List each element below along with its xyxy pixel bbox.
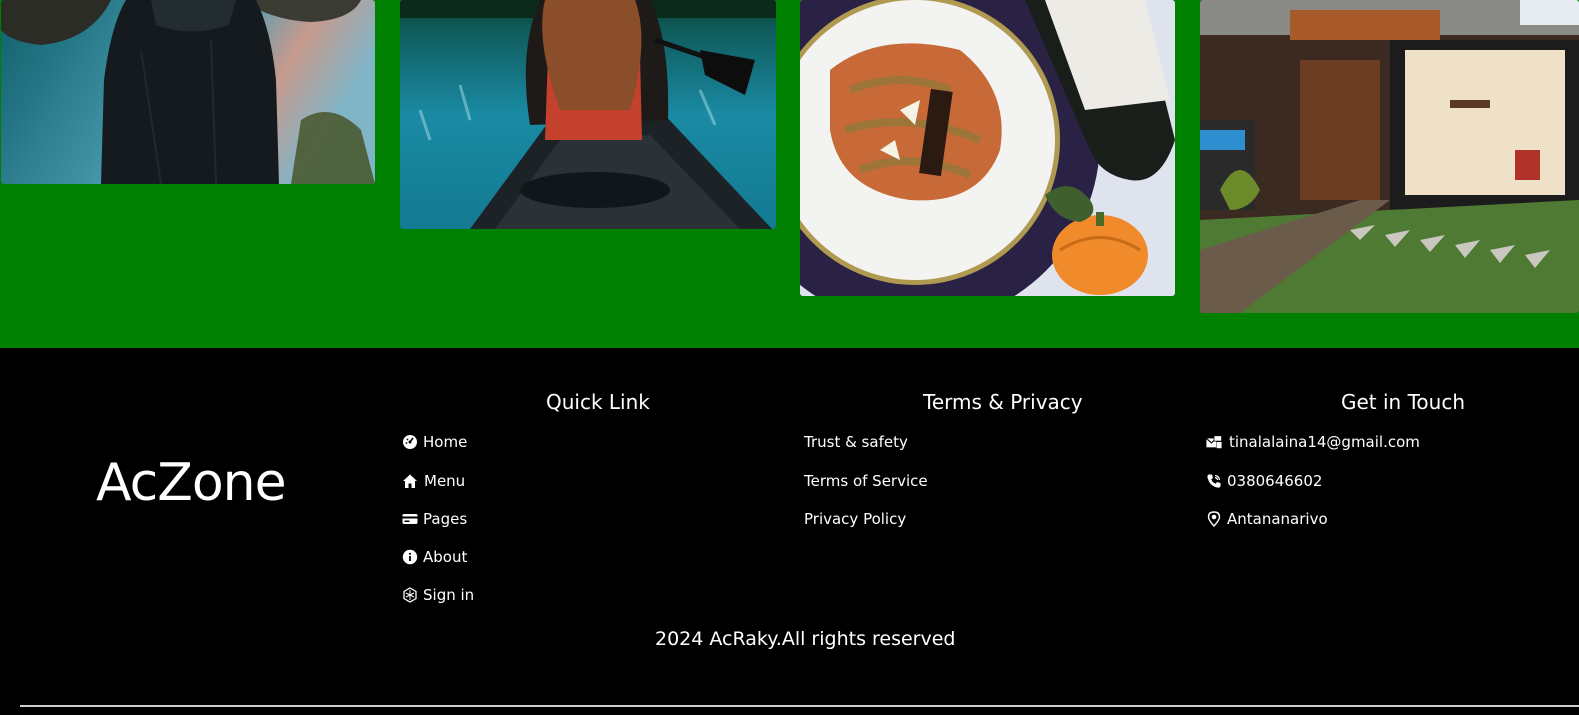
footer-link-label: Menu	[424, 472, 466, 490]
info-icon	[402, 549, 418, 565]
location-icon	[1206, 511, 1222, 527]
horizontal-scrollbar[interactable]	[20, 705, 1579, 707]
contact-phone[interactable]: 0380646602	[1206, 471, 1322, 491]
footer-link-pages[interactable]: Pages	[402, 509, 467, 529]
footer-link-privacy-policy[interactable]: Privacy Policy	[804, 509, 906, 529]
footer-link-home[interactable]: Home	[402, 432, 467, 452]
page-bottom-edge	[0, 705, 1579, 715]
photo-woman-in-canoe[interactable]	[400, 0, 776, 229]
house-icon	[402, 473, 419, 489]
photo-man-by-lake[interactable]	[1, 0, 375, 184]
photo-gallery	[0, 0, 1579, 348]
footer-link-label: Pages	[423, 510, 468, 528]
footer-link-trust-safety[interactable]: Trust & safety	[804, 432, 908, 452]
footer-link-label: Sign in	[423, 586, 475, 604]
get-in-touch-heading: Get in Touch	[1341, 390, 1465, 414]
phone-icon	[1206, 473, 1222, 489]
card-icon	[402, 511, 418, 527]
contact-location-label: Antananarivo	[1227, 510, 1328, 528]
footer-link-terms-of-service[interactable]: Terms of Service	[804, 471, 928, 491]
contact-email[interactable]: tinalalaina14@gmail.com	[1206, 432, 1420, 452]
footer-link-sign-in[interactable]: Sign in	[402, 585, 474, 605]
copyright-text: 2024 AcRaky.All rights reserved	[655, 628, 956, 650]
quick-link-heading: Quick Link	[546, 390, 650, 414]
footer-link-label: About	[423, 548, 468, 566]
signin-icon	[402, 587, 418, 603]
photo-pasta-and-wine[interactable]	[800, 0, 1175, 296]
footer-link-about[interactable]: About	[402, 547, 467, 567]
contact-phone-label: 0380646602	[1227, 472, 1323, 490]
brand-logo[interactable]: AcZone	[96, 453, 287, 513]
dashboard-icon	[402, 434, 418, 450]
mail-icon	[1206, 434, 1224, 450]
photo-modern-house[interactable]	[1200, 0, 1579, 313]
terms-privacy-heading: Terms & Privacy	[923, 390, 1083, 414]
footer-link-menu[interactable]: Menu	[402, 471, 465, 491]
site-footer: AcZone Quick Link Home Menu Pages About …	[0, 348, 1579, 715]
contact-location[interactable]: Antananarivo	[1206, 509, 1328, 529]
contact-email-label: tinalalaina14@gmail.com	[1229, 433, 1420, 451]
footer-link-label: Home	[423, 433, 468, 451]
